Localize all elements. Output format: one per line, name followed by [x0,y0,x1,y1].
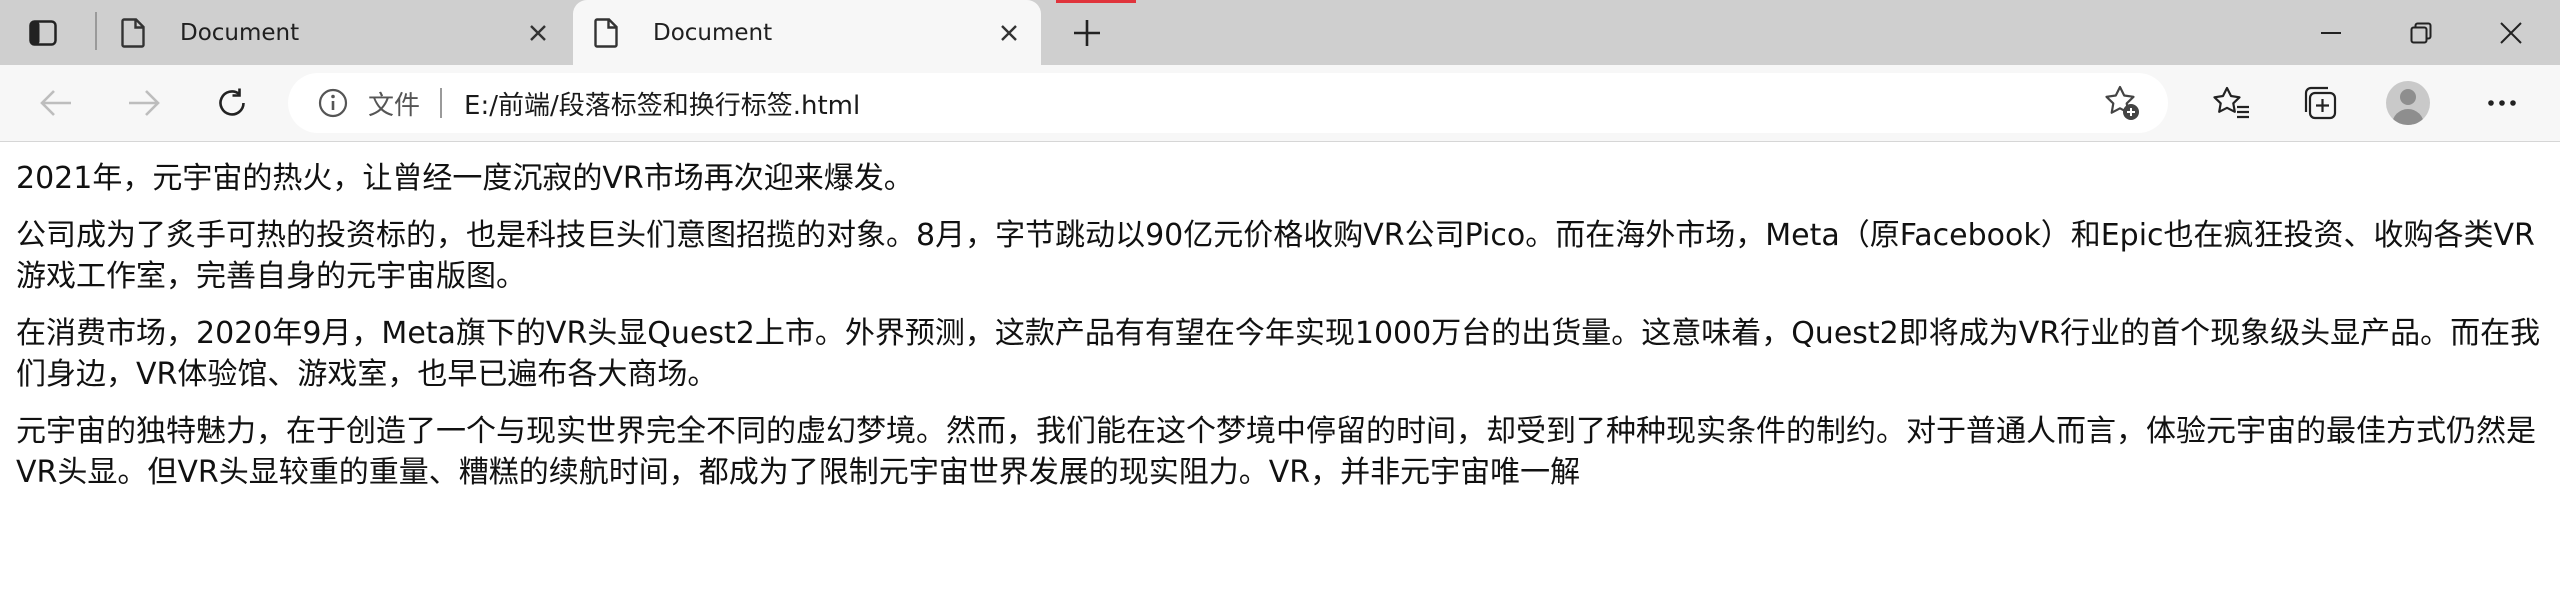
minimize-icon[interactable] [2286,0,2376,65]
window-close-icon[interactable] [2466,0,2556,65]
loading-indicator [1056,0,1136,3]
tab-title: Document [653,19,773,46]
collections-icon[interactable] [2296,79,2344,127]
tab-actions-icon[interactable] [26,16,60,50]
profile-icon[interactable] [2384,79,2432,127]
tab-title: Document [180,19,300,46]
tab-document-2[interactable]: Document [573,0,1041,65]
paragraph-2: 公司成为了炙手可热的投资标的，也是科技巨头们意图招揽的对象。8月，字节跳动以90… [16,218,2535,294]
toolbar: 文件 E:/前端/段落标签和换行标签.html [0,65,2560,142]
forward-arrow-icon[interactable] [120,79,168,127]
page-content: 2021年，元宇宙的热火，让曾经一度沉寂的VR市场再次迎来爆发。 公司成为了炙手… [16,142,2546,493]
address-bar[interactable]: 文件 E:/前端/段落标签和换行标签.html [288,73,2168,133]
plus-icon[interactable] [1066,12,1108,54]
favorites-icon[interactable] [2208,79,2256,127]
address-divider [440,88,443,118]
more-icon[interactable] [2478,79,2526,127]
paragraph-3: 在消费市场，2020年9月，Meta旗下的VR头显Quest2上市。外界预测，这… [16,316,2541,392]
tab-separator [95,12,97,50]
tab-document-1[interactable]: Document [100,0,570,65]
close-icon[interactable] [989,13,1029,53]
info-icon[interactable] [316,86,350,120]
back-arrow-icon[interactable] [32,79,80,127]
document-icon [118,16,148,50]
reload-icon[interactable] [208,79,256,127]
avatar [2386,81,2430,125]
document-icon [591,16,621,50]
close-icon[interactable] [518,13,558,53]
tab-strip: Document Document [0,0,2560,65]
paragraph-1: 2021年，元宇宙的热火，让曾经一度沉寂的VR市场再次迎来爆发。 [16,161,914,196]
star-plus-icon[interactable] [2100,81,2144,125]
restore-icon[interactable] [2376,0,2466,65]
paragraph-4: 元宇宙的独特魅力，在于创造了一个与现实世界完全不同的虚幻梦境。然而，我们能在这个… [16,414,2536,490]
url-text[interactable]: E:/前端/段落标签和换行标签.html [464,85,2100,122]
site-label: 文件 [368,90,421,121]
